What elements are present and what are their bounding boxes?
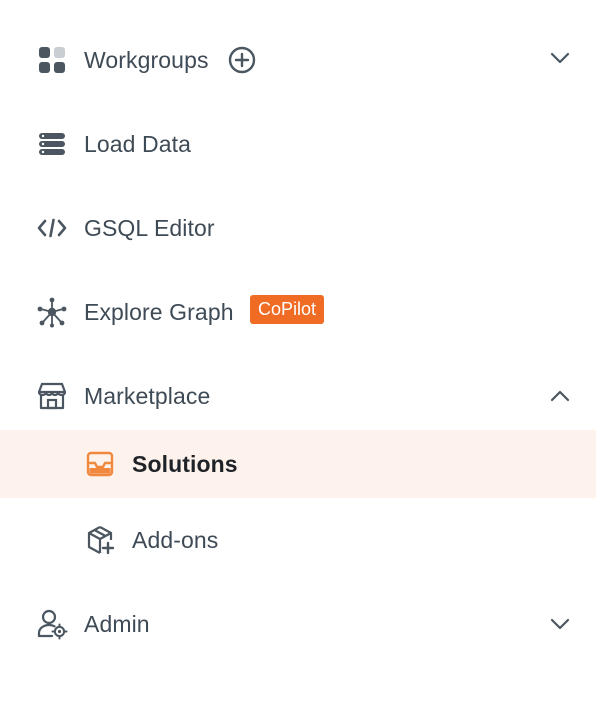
nav-item-label: Explore Graph [84, 299, 234, 325]
nav-item-marketplace[interactable]: Marketplace [0, 366, 596, 426]
nav-item-label: Load Data [84, 131, 192, 157]
database-icon [36, 128, 68, 160]
package-plus-icon [84, 524, 116, 556]
plus-circle-icon[interactable] [226, 44, 258, 76]
grid-icon [36, 44, 68, 76]
nav-item-label: Solutions [132, 451, 238, 477]
inbox-icon [84, 448, 116, 480]
store-icon [36, 380, 68, 412]
nav-item-workgroups[interactable]: Workgroups [0, 30, 596, 90]
code-icon [36, 212, 68, 244]
nav-item-label: Marketplace [84, 383, 211, 409]
nav-item-explore-graph[interactable]: Explore Graph CoPilot [0, 282, 596, 342]
chevron-up-icon[interactable] [548, 384, 572, 408]
nav-item-admin[interactable]: Admin [0, 594, 596, 654]
chevron-down-icon[interactable] [548, 46, 572, 70]
nav-item-label: Add-ons [132, 527, 219, 553]
chevron-down-icon[interactable] [548, 612, 572, 636]
sidebar-nav: Workgroups Load Data GSQL Editor Explore… [0, 0, 596, 714]
graph-icon [36, 296, 68, 328]
nav-item-label: Admin [84, 611, 150, 637]
nav-item-label: GSQL Editor [84, 215, 215, 241]
nav-item-load-data[interactable]: Load Data [0, 114, 596, 174]
nav-item-gsql-editor[interactable]: GSQL Editor [0, 198, 596, 258]
nav-subitem-add-ons[interactable]: Add-ons [0, 510, 596, 570]
user-gear-icon [36, 608, 68, 640]
nav-item-label: Workgroups [84, 47, 209, 73]
nav-subitem-solutions[interactable]: Solutions [0, 430, 596, 498]
copilot-badge[interactable]: CoPilot [250, 295, 325, 324]
